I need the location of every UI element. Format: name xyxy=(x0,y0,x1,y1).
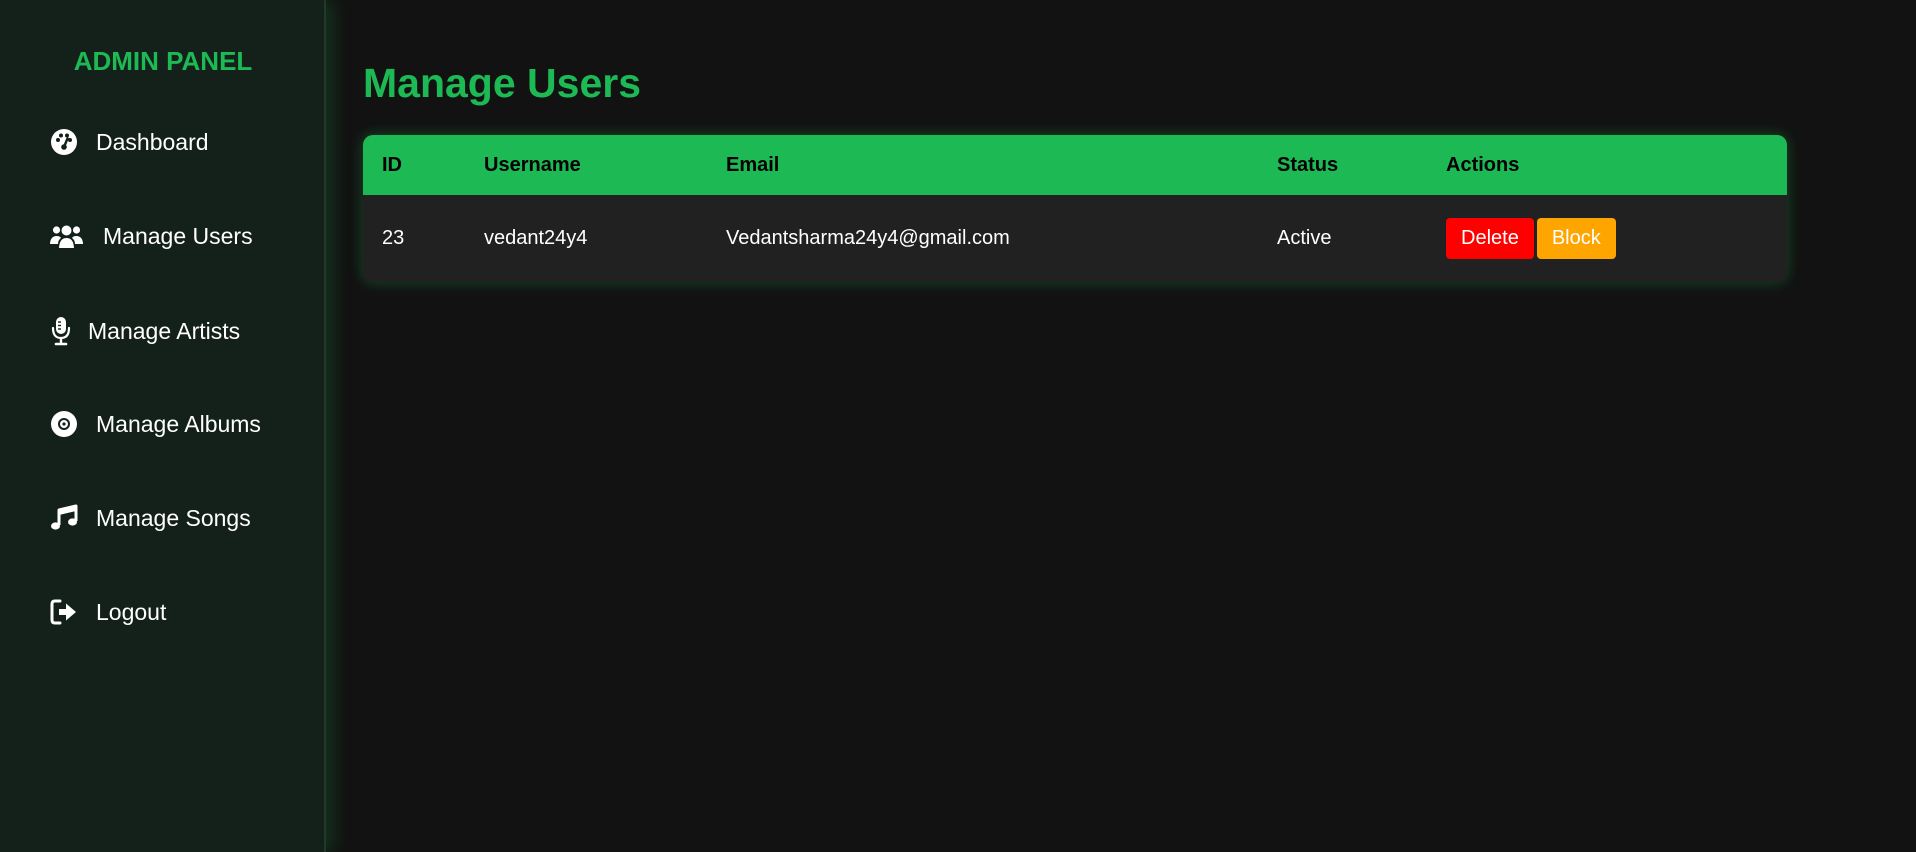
sign-out-icon xyxy=(50,598,78,626)
block-button[interactable]: Block xyxy=(1536,218,1616,259)
column-header-status: Status xyxy=(1277,153,1339,176)
brand-title: ADMIN PANEL xyxy=(73,46,253,76)
sidebar-item-manage-songs[interactable]: Manage Songs xyxy=(50,504,251,532)
compact-disc-icon xyxy=(50,410,78,438)
column-header-email: Email xyxy=(726,153,780,176)
column-header-username: Username xyxy=(484,153,581,176)
music-note-icon xyxy=(50,504,78,532)
cell-status: Active xyxy=(1277,227,1332,249)
sidebar-item-manage-artists[interactable]: Manage Artists xyxy=(50,316,240,346)
column-header-actions: Actions xyxy=(1446,153,1520,176)
table-header-row: ID Username Email Status Actions xyxy=(363,135,1787,195)
sidebar-item-logout[interactable]: Logout xyxy=(50,598,166,626)
cell-email: Vedantsharma24y4@gmail.com xyxy=(726,227,1010,249)
sidebar-item-dashboard[interactable]: Dashboard xyxy=(50,128,209,156)
microphone-icon xyxy=(50,316,72,346)
gauge-icon xyxy=(50,128,78,156)
sidebar: ADMIN PANEL Dashboard Manage Users Manag… xyxy=(0,0,326,852)
sidebar-item-label: Manage Albums xyxy=(96,410,261,437)
sidebar-item-label: Manage Artists xyxy=(88,317,241,344)
table-row: 23 vedant24y4 Vedantsharma24y4@gmail.com… xyxy=(363,195,1787,282)
cell-username: vedant24y4 xyxy=(484,227,588,249)
column-header-id: ID xyxy=(382,153,402,176)
users-icon xyxy=(50,222,83,250)
sidebar-item-label: Manage Songs xyxy=(96,504,251,531)
sidebar-item-label: Logout xyxy=(96,598,167,625)
sidebar-item-label: Dashboard xyxy=(96,128,209,155)
sidebar-item-manage-albums[interactable]: Manage Albums xyxy=(50,410,261,438)
users-table: ID Username Email Status Actions 23 veda… xyxy=(363,135,1787,282)
cell-actions: Delete Block xyxy=(1427,195,1787,282)
cell-id: 23 xyxy=(382,227,405,249)
sidebar-item-manage-users[interactable]: Manage Users xyxy=(50,222,253,250)
sidebar-item-label: Manage Users xyxy=(103,222,253,249)
delete-button[interactable]: Delete xyxy=(1446,218,1534,259)
page-title: Manage Users xyxy=(363,60,642,106)
